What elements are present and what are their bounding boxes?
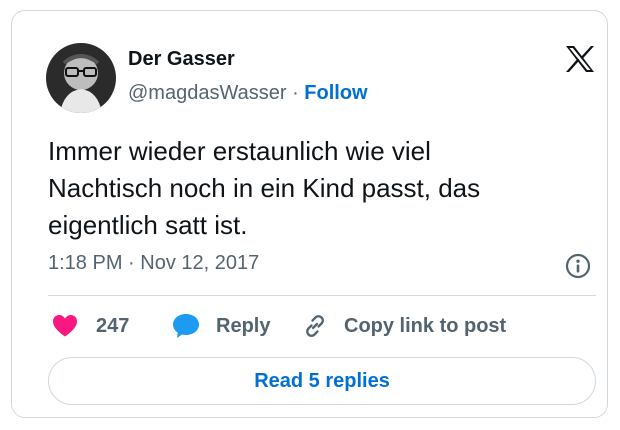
heart-icon [53,315,77,337]
tweet-date: Nov 12, 2017 [140,252,260,274]
tweet-text: Immer wieder erstaunlich wie viel Nachti… [48,133,588,244]
copy-link-label: Copy link to post [344,314,507,337]
follow-button[interactable]: Follow [304,82,367,104]
tweet-line: eigentlich satt ist. [48,210,248,240]
tweet-line: Immer wieder erstaunlich wie viel [48,136,431,166]
speech-bubble-icon [173,314,199,338]
info-icon[interactable] [565,253,591,279]
avatar[interactable] [46,43,116,113]
tweet-time: 1:18 PM [48,252,123,274]
handle-separator: · [292,82,299,104]
author-name[interactable]: Der Gasser [128,48,235,71]
tweet-card: Der Gasser @magdasWasser · Follow Immer … [11,10,608,418]
tweet-line: Nachtisch noch in ein Kind passt, das [48,173,481,203]
x-logo-icon[interactable] [565,45,595,73]
link-icon [306,315,324,337]
avatar-image [46,43,116,113]
divider [48,295,596,296]
tweet-timestamp[interactable]: 1:18 PM · Nov 12, 2017 [48,252,259,275]
copy-link-button[interactable]: Copy link to post [302,312,506,340]
author-handle[interactable]: @magdasWasser [128,82,287,104]
like-button[interactable]: 247 [52,312,129,340]
like-count: 247 [96,314,130,337]
read-replies-button[interactable]: Read 5 replies [48,357,596,405]
handle-row: @magdasWasser · Follow [128,82,368,105]
meta-separator: · [128,252,135,274]
reply-button[interactable]: Reply [172,312,270,340]
reply-label: Reply [216,314,271,337]
